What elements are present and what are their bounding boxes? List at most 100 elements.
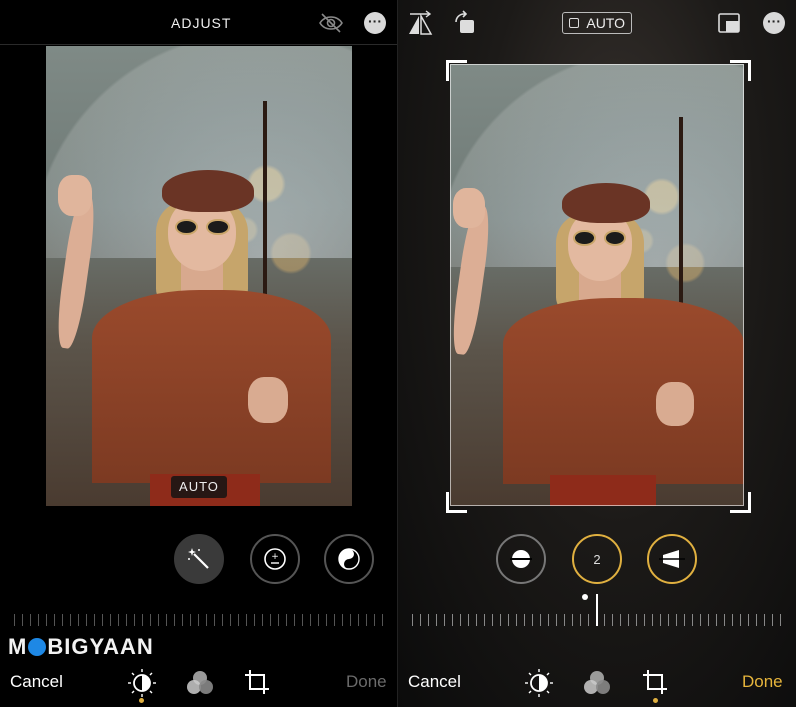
adjust-tab-icon[interactable] — [524, 668, 554, 698]
slider-tick — [652, 614, 653, 626]
slider-tick — [118, 614, 119, 626]
slider-tick — [452, 614, 453, 626]
slider-tick — [134, 614, 135, 626]
more-options-icon[interactable]: ··· — [763, 12, 785, 34]
slider-tick — [294, 614, 295, 626]
slider-origin-dot — [582, 594, 588, 600]
watermark-logo: M BIGYAAN — [8, 634, 154, 659]
more-options-icon[interactable]: ··· — [364, 12, 386, 34]
svg-text:+: + — [271, 552, 279, 562]
flip-icon[interactable] — [406, 10, 434, 36]
slider-tick — [238, 614, 239, 626]
done-button[interactable]: Done — [742, 672, 783, 692]
slider-tick — [420, 614, 421, 626]
slider-tick — [222, 614, 223, 626]
photo-preview[interactable] — [46, 46, 352, 506]
slider-tick — [366, 614, 367, 626]
filters-tab-icon[interactable] — [583, 670, 611, 696]
adjust-title: ADJUST — [171, 15, 232, 31]
active-tab-dot — [653, 698, 658, 703]
slider-tick — [556, 614, 557, 626]
slider-tick — [246, 614, 247, 626]
slider-indicator[interactable] — [596, 594, 598, 626]
slider-tick — [612, 614, 613, 626]
slider-tick — [374, 614, 375, 626]
exposure-button[interactable]: + — [250, 534, 300, 584]
slider-tick — [206, 614, 207, 626]
slider-tick — [166, 614, 167, 626]
slider-tick — [70, 614, 71, 626]
perspective-button[interactable] — [647, 534, 697, 584]
slider-tick — [644, 614, 645, 626]
slider-tick — [460, 614, 461, 626]
crop-tab-icon[interactable] — [641, 668, 669, 696]
slider-tick — [46, 614, 47, 626]
yin-yang-icon — [338, 548, 360, 570]
slider-tick — [334, 614, 335, 626]
slider-tick — [86, 614, 87, 626]
slider-tick — [516, 614, 517, 626]
slider-tick — [524, 614, 525, 626]
header-divider — [0, 44, 398, 45]
slider-tick — [270, 614, 271, 626]
slider-tick — [174, 614, 175, 626]
slider-tick — [182, 614, 183, 626]
slider-tick — [500, 614, 501, 626]
slider-tick — [740, 614, 741, 626]
slider-tick — [190, 614, 191, 626]
auto-straighten-button[interactable]: AUTO — [562, 12, 632, 34]
auto-enhance-button[interactable] — [174, 534, 224, 584]
cancel-button[interactable]: Cancel — [408, 672, 461, 692]
adjust-slider[interactable] — [0, 614, 398, 628]
slider-tick — [468, 614, 469, 626]
slider-tick — [564, 614, 565, 626]
crop-frame[interactable] — [450, 64, 744, 506]
slider-tick — [318, 614, 319, 626]
crop-handle-bottom-left[interactable] — [446, 492, 467, 513]
slider-tick — [62, 614, 63, 626]
cancel-button[interactable]: Cancel — [10, 672, 63, 692]
slider-tick — [38, 614, 39, 626]
done-button[interactable]: Done — [346, 672, 387, 692]
rotate-icon[interactable] — [452, 10, 478, 36]
slider-tick — [310, 614, 311, 626]
slider-tick — [102, 614, 103, 626]
slider-tick — [326, 614, 327, 626]
slider-tick — [342, 614, 343, 626]
hide-original-icon[interactable] — [318, 12, 344, 34]
slider-tick — [532, 614, 533, 626]
filters-tab-icon[interactable] — [186, 670, 214, 696]
slider-tick — [780, 614, 781, 626]
auto-badge: AUTO — [171, 476, 227, 498]
adjust-tab-icon[interactable] — [127, 668, 157, 698]
crop-handle-top-left[interactable] — [446, 60, 467, 81]
slider-tick — [708, 614, 709, 626]
crop-handle-top-right[interactable] — [730, 60, 751, 81]
aspect-ratio-icon[interactable] — [718, 13, 740, 33]
slider-tick — [94, 614, 95, 626]
straighten-value-button[interactable]: 2 — [572, 534, 622, 584]
active-tab-dot — [139, 698, 144, 703]
slider-tick — [214, 614, 215, 626]
crop-tab-icon[interactable] — [243, 668, 271, 696]
slider-tick — [548, 614, 549, 626]
crop-handle-bottom-right[interactable] — [730, 492, 751, 513]
straighten-horizon-button[interactable] — [496, 534, 546, 584]
slider-tick — [684, 614, 685, 626]
slider-tick — [412, 614, 413, 626]
slider-tick — [484, 614, 485, 626]
slider-tick — [636, 614, 637, 626]
slider-tick — [748, 614, 749, 626]
slider-tick — [158, 614, 159, 626]
slider-tick — [508, 614, 509, 626]
slider-tick — [78, 614, 79, 626]
slider-tick — [262, 614, 263, 626]
slider-tick — [22, 614, 23, 626]
exposure-icon: + — [264, 548, 286, 570]
slider-tick — [716, 614, 717, 626]
slider-tick — [676, 614, 677, 626]
brilliance-button[interactable] — [324, 534, 374, 584]
slider-tick — [692, 614, 693, 626]
slider-tick — [358, 614, 359, 626]
auto-frame-icon — [569, 18, 579, 28]
